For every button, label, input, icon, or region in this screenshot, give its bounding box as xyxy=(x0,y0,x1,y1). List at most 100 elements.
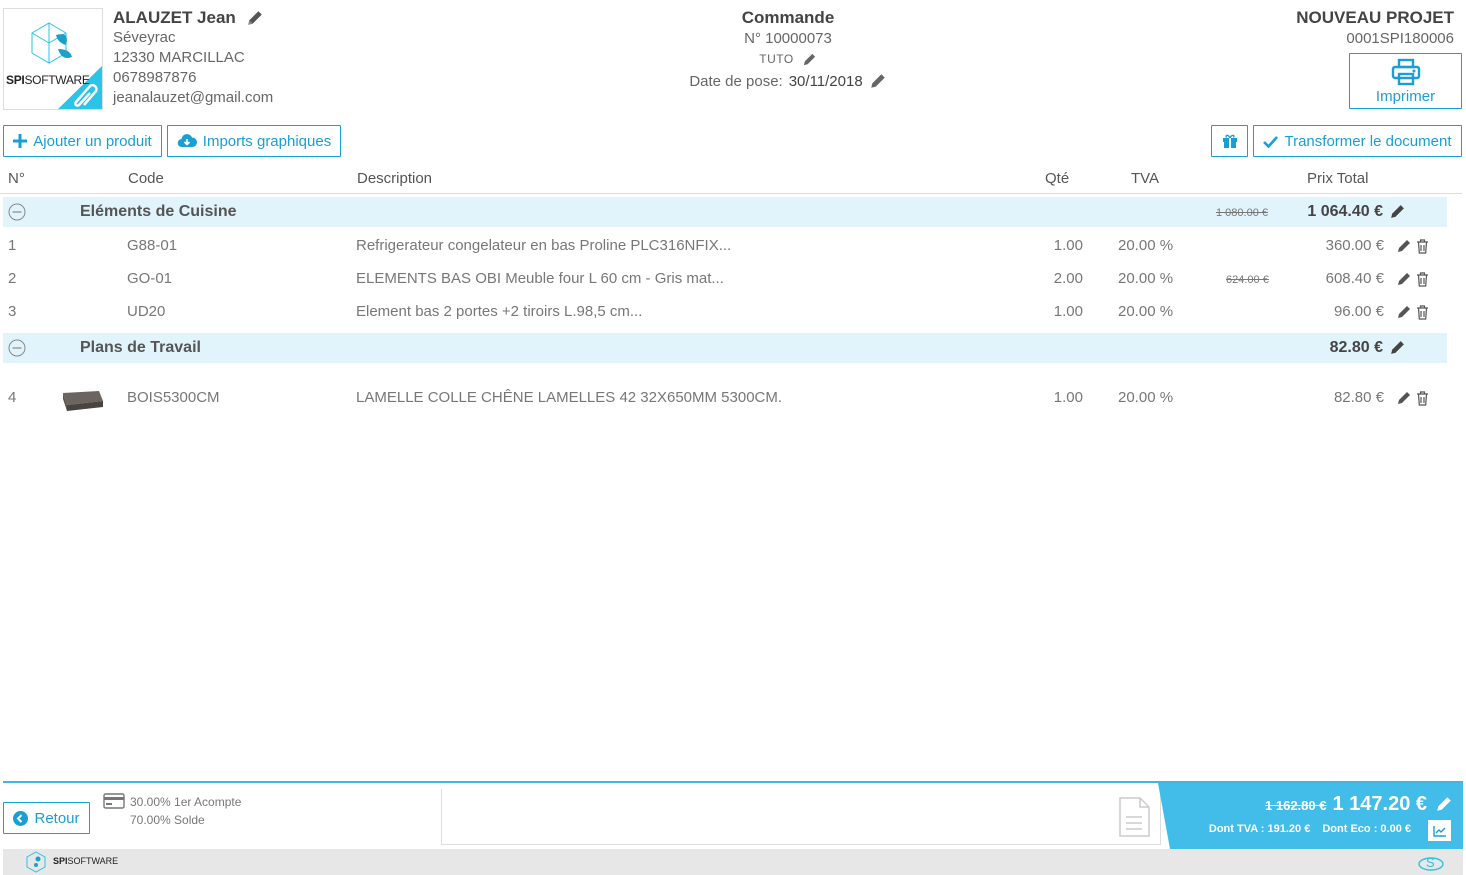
edit-line-pencil-icon[interactable] xyxy=(1396,238,1412,254)
order-number: N° 10000073 xyxy=(744,30,832,47)
header-qty: Qté xyxy=(1045,170,1070,187)
line-num: 4 xyxy=(8,389,17,406)
payment-balance: 70.00% Solde xyxy=(130,813,205,827)
client-email: jeanalauzet@gmail.com xyxy=(113,89,274,106)
line-num: 3 xyxy=(8,303,17,320)
line-tva: 20.00 % xyxy=(1118,237,1174,254)
line-code: G88-01 xyxy=(127,237,178,254)
line-qty: 1.00 xyxy=(1053,389,1083,406)
line-num: 1 xyxy=(8,237,17,254)
table-header: N° Code Description Qté TVA Prix Total xyxy=(0,162,1462,194)
grand-old-total: 1 162.80 € xyxy=(1265,798,1327,813)
line-code: BOIS5300CM xyxy=(127,389,220,406)
check-icon xyxy=(1263,135,1279,148)
edit-group-pencil-icon[interactable] xyxy=(1389,339,1406,356)
line-total: 82.80 € xyxy=(1333,389,1384,406)
sync-s-icon[interactable]: S xyxy=(1417,852,1445,872)
line-old-total: 624.00 € xyxy=(1226,274,1269,286)
pose-date-value: 30/11/2018 xyxy=(788,72,863,90)
bottom-logo-text: SPISOFTWARE xyxy=(53,856,119,866)
line-tva: 20.00 % xyxy=(1118,270,1174,287)
order-info: Commande N° 10000073 TUTO Date de pose: … xyxy=(640,8,936,92)
edit-line-pencil-icon[interactable] xyxy=(1396,304,1412,320)
line-description: Element bas 2 portes +2 tiroirs L.98,5 c… xyxy=(356,303,643,320)
project-code: 0001SPI180006 xyxy=(1346,30,1454,47)
group-row: Eléments de Cuisine 1 080.00 € 1 064.40 … xyxy=(3,197,1447,227)
table-row[interactable]: 4 BOIS5300CM LAMELLE COLLE CHÊNE LAMELLE… xyxy=(3,389,1447,411)
edit-pose-date-pencil-icon[interactable] xyxy=(869,72,887,90)
footer-bar: Retour 30.00% 1er Acompte 70.00% Solde 1… xyxy=(3,781,1463,849)
plus-icon xyxy=(13,134,28,148)
client-phone: 0678987876 xyxy=(113,69,197,86)
table-row[interactable]: 3 UD20 Element bas 2 portes +2 tiroirs L… xyxy=(3,303,1447,325)
header-code: Code xyxy=(128,170,164,187)
line-tva: 20.00 % xyxy=(1118,303,1174,320)
edit-tag-pencil-icon[interactable] xyxy=(802,52,817,67)
edit-line-pencil-icon[interactable] xyxy=(1396,271,1412,287)
bottom-status-bar: SPISOFTWARE S xyxy=(3,849,1463,875)
header-description: Description xyxy=(357,170,433,187)
line-qty: 1.00 xyxy=(1053,237,1083,254)
delete-line-trash-icon[interactable] xyxy=(1416,271,1429,287)
company-logo: SPISOFTWARE xyxy=(3,8,103,110)
svg-text:S: S xyxy=(1426,855,1435,870)
edit-line-pencil-icon[interactable] xyxy=(1396,390,1412,406)
gift-button[interactable] xyxy=(1211,125,1248,157)
project-title: NOUVEAU PROJET xyxy=(1296,8,1454,27)
imports-graphiques-button[interactable]: Imports graphiques xyxy=(167,125,341,157)
client-info: ALAUZET Jean Séveyrac 12330 MARCILLAC 06… xyxy=(113,8,273,108)
group-name: Plans de Travail xyxy=(80,339,201,356)
table-row[interactable]: 2 GO-01 ELEMENTS BAS OBI Meuble four L 6… xyxy=(3,270,1447,292)
document-icon xyxy=(1118,797,1150,837)
notes-area[interactable] xyxy=(441,789,1161,845)
delete-line-trash-icon[interactable] xyxy=(1416,304,1429,320)
collapse-group-icon[interactable] xyxy=(8,203,26,221)
pose-date-label: Date de pose: xyxy=(689,72,783,90)
gift-icon xyxy=(1222,133,1238,149)
imports-label: Imports graphiques xyxy=(202,132,332,150)
credit-card-icon[interactable] xyxy=(103,793,125,809)
line-num: 2 xyxy=(8,270,17,287)
add-product-label: Ajouter un produit xyxy=(33,132,152,150)
line-description: ELEMENTS BAS OBI Meuble four L 60 cm - G… xyxy=(356,270,724,287)
client-address-line2: 12330 MARCILLAC xyxy=(113,49,245,66)
back-button[interactable]: Retour xyxy=(3,802,90,834)
line-qty: 1.00 xyxy=(1053,303,1083,320)
payment-terms: 30.00% 1er Acompte 70.00% Solde xyxy=(130,793,241,829)
print-label: Imprimer xyxy=(1375,87,1436,105)
logo-wordmark: SPISOFTWARE xyxy=(6,73,90,87)
delete-line-trash-icon[interactable] xyxy=(1416,238,1429,254)
group-row: Plans de Travail 82.80 € xyxy=(3,333,1447,363)
line-chart-icon xyxy=(1432,825,1447,837)
group-total: 82.80 € xyxy=(1329,339,1383,356)
edit-group-pencil-icon[interactable] xyxy=(1389,203,1406,220)
grand-total: 1 147.20 € xyxy=(1332,793,1427,815)
edit-total-pencil-icon[interactable] xyxy=(1435,795,1453,813)
payment-deposit: 30.00% 1er Acompte xyxy=(130,795,242,809)
header-total: Prix Total xyxy=(1307,170,1369,187)
line-code: UD20 xyxy=(127,303,166,320)
client-address-line1: Séveyrac xyxy=(113,29,176,46)
printer-icon xyxy=(1391,58,1421,86)
header-num: N° xyxy=(8,170,25,187)
collapse-group-icon[interactable] xyxy=(8,339,26,357)
line-code: GO-01 xyxy=(127,270,173,287)
add-product-button[interactable]: Ajouter un produit xyxy=(3,125,162,157)
line-description: Refrigerateur congelateur en bas Proline… xyxy=(356,237,732,254)
edit-client-pencil-icon[interactable] xyxy=(246,9,264,27)
total-tva: Dont TVA : 191.20 € xyxy=(1208,823,1311,835)
order-title: Commande xyxy=(741,8,835,27)
group-total: 1 064.40 € xyxy=(1307,203,1383,220)
product-thumbnail xyxy=(59,387,105,417)
chart-button[interactable] xyxy=(1428,820,1451,841)
line-tva: 20.00 % xyxy=(1118,389,1174,406)
spi-small-logo-icon xyxy=(23,850,49,874)
header-tva: TVA xyxy=(1131,170,1160,187)
line-total: 96.00 € xyxy=(1333,303,1384,320)
back-label: Retour xyxy=(34,809,80,827)
table-row[interactable]: 1 G88-01 Refrigerateur congelateur en ba… xyxy=(3,237,1447,259)
delete-line-trash-icon[interactable] xyxy=(1416,390,1429,406)
print-button[interactable]: Imprimer xyxy=(1349,53,1462,109)
transform-document-button[interactable]: Transformer le document xyxy=(1253,125,1462,157)
client-name: ALAUZET Jean xyxy=(113,8,236,27)
